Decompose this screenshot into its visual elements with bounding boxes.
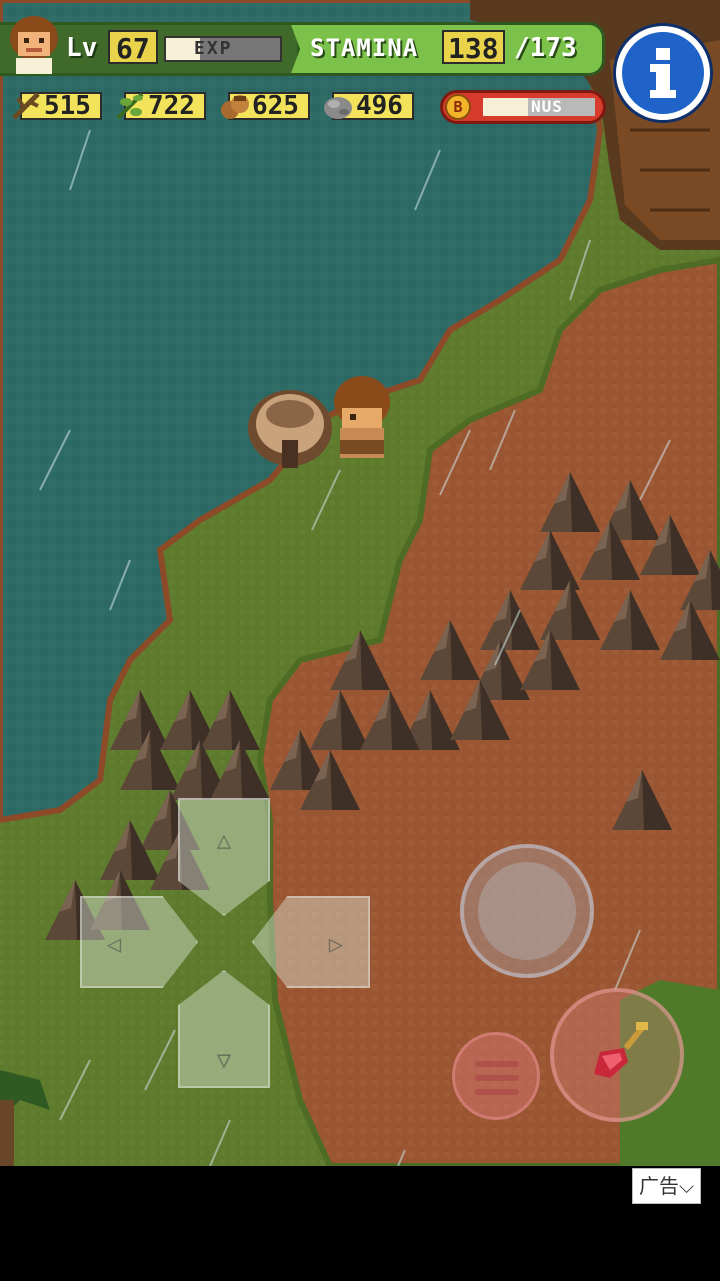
resource-nuts: 625 (218, 90, 310, 122)
dpad[interactable]: △ ▽ ◁ ▷ (80, 798, 370, 1088)
dpad-right-button[interactable]: ▷ (252, 896, 370, 988)
level-label: Lv (66, 33, 98, 63)
resource-stones: 496 (322, 90, 414, 122)
ad-banner (0, 1166, 720, 1281)
shovel-icon (594, 1022, 648, 1078)
branch-icon (12, 92, 40, 120)
resource-herbs: 722 (114, 90, 206, 122)
exp-bar: EXP (164, 36, 282, 62)
stone-icon (324, 97, 352, 119)
bonus-bar: NUS (483, 98, 595, 116)
stamina-label: STAMINA (310, 34, 419, 62)
dpad-down-button[interactable]: ▽ (178, 970, 270, 1088)
stamina-current: 138 (442, 30, 505, 65)
bonus-bar-fill (483, 98, 528, 116)
info-button[interactable] (616, 26, 710, 120)
dpad-up-button[interactable]: △ (178, 798, 270, 916)
herb-icon (116, 92, 144, 120)
player-avatar-icon[interactable] (6, 14, 62, 76)
player-character[interactable] (334, 376, 390, 458)
resource-branches: 515 (10, 90, 102, 122)
herbs-count: 722 (148, 91, 195, 121)
level-value: 67 (108, 30, 158, 65)
stamina-max: /173 (514, 33, 577, 63)
menu-button[interactable] (452, 1032, 540, 1120)
nut-icon (221, 95, 249, 119)
ad-label[interactable]: 广告⌵ (632, 1168, 702, 1204)
info-icon (650, 48, 676, 98)
nuts-count: 625 (252, 91, 299, 121)
menu-icon (475, 1061, 519, 1067)
tool-button[interactable] (550, 988, 684, 1122)
bonus-coin-icon: B (445, 94, 471, 120)
bonus-meter[interactable]: B NUS (440, 90, 606, 124)
exp-label: EXP (194, 38, 233, 59)
stones-count: 496 (356, 91, 403, 121)
action-button[interactable] (460, 844, 594, 978)
bonus-label: NUS (531, 97, 563, 116)
game-view[interactable]: Lv 67 EXP STAMINA 138 /173 515 722 625 4… (0, 0, 720, 1166)
dpad-left-button[interactable]: ◁ (80, 896, 198, 988)
branches-count: 515 (44, 91, 91, 121)
